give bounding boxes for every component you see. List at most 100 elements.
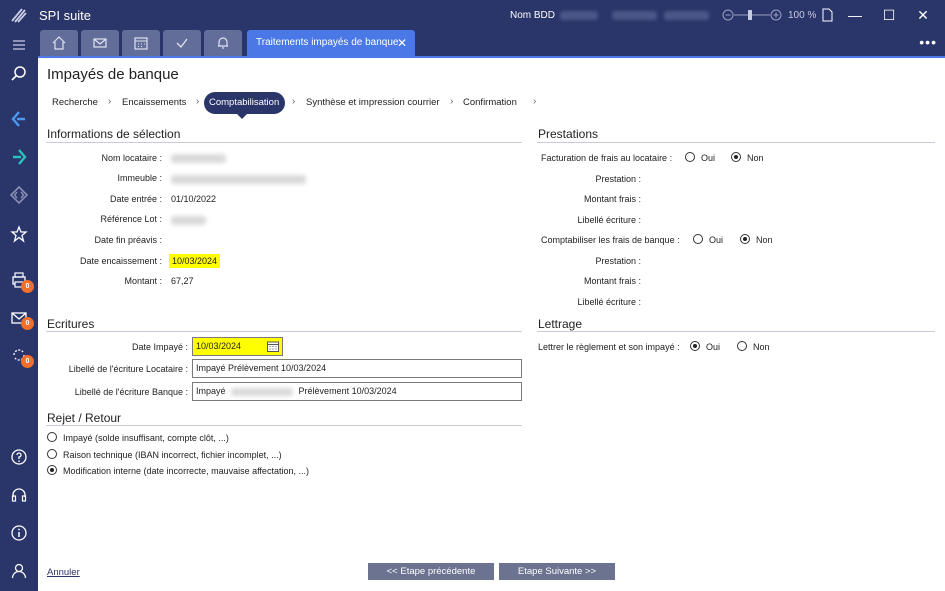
sync-badge: 0 <box>21 355 34 368</box>
breadcrumb-synthese[interactable]: Synthèse et impression courrier <box>306 97 440 108</box>
headset-icon[interactable] <box>10 486 28 504</box>
radio-comptabiliser-oui[interactable] <box>693 234 703 244</box>
calendar-icon <box>134 37 148 50</box>
section-title-selection: Informations de sélection <box>47 127 181 141</box>
tab-calendar[interactable] <box>122 30 160 56</box>
tab-tasks[interactable] <box>163 30 201 56</box>
label-montant: Montant : <box>124 276 162 286</box>
tab-home[interactable] <box>40 30 78 56</box>
zoom-slider[interactable] <box>722 9 782 21</box>
label-facturation-frais: Facturation de frais au locataire : <box>541 153 673 163</box>
radio-facturation-oui[interactable] <box>685 152 695 162</box>
breadcrumb-confirmation[interactable]: Confirmation <box>463 97 517 108</box>
section-divider <box>46 142 522 143</box>
breadcrumb-chevron-icon: › <box>292 96 296 107</box>
zoom-level: 100 % <box>788 10 817 21</box>
radio-rejet-technique[interactable] <box>47 449 57 459</box>
breadcrumb-recherche[interactable]: Recherche <box>52 97 98 108</box>
next-step-button[interactable]: Etape Suivante >> <box>499 563 615 580</box>
breadcrumb-chevron-icon: › <box>108 96 112 107</box>
radio-rejet-impaye[interactable] <box>47 432 57 442</box>
more-options-icon[interactable]: ••• <box>919 34 937 50</box>
db-server-redacted <box>612 11 657 20</box>
value-montant: 67,27 <box>171 276 194 286</box>
label-date-encaissement: Date encaissement : <box>79 256 162 266</box>
tab-traitements-impayes[interactable]: Traitements impayés de banque ✕ <box>247 30 415 56</box>
section-title-prestations: Prestations <box>538 127 599 141</box>
document-icon[interactable] <box>822 8 833 22</box>
radio-rejet-modification[interactable] <box>47 465 57 475</box>
page-title: Impayés de banque <box>47 66 179 83</box>
label-lettrer: Lettrer le règlement et son impayé : <box>538 342 680 352</box>
tab-mail[interactable] <box>81 30 119 56</box>
maximize-button[interactable]: ☐ <box>872 0 906 30</box>
libelle-banque-input[interactable]: Impayé Prélèvement 10/03/2024 <box>192 382 522 401</box>
envelope-badge: 0 <box>21 317 34 330</box>
minimize-button[interactable]: — <box>838 0 872 30</box>
label-prestation: Prestation : <box>595 174 641 184</box>
info-icon[interactable] <box>10 524 28 542</box>
sidebar: 0 0 0 <box>0 30 38 591</box>
section-title-ecritures: Ecritures <box>47 317 95 331</box>
libelle-banque-redacted <box>231 387 294 396</box>
radio-comptabiliser-non[interactable] <box>740 234 750 244</box>
section-divider <box>46 425 522 426</box>
libelle-locataire-input[interactable]: Impayé Prélèvement 10/03/2024 <box>192 359 522 378</box>
module-grey-icon[interactable] <box>10 186 28 204</box>
value-reference-lot-redacted <box>171 216 206 225</box>
breadcrumb-chevron-icon: › <box>533 96 537 107</box>
radio-facturation-non[interactable] <box>731 152 741 162</box>
bell-icon <box>218 37 228 49</box>
label-montant-frais: Montant frais : <box>583 194 641 204</box>
label-libelle-locataire: Libellé de l'écriture Locataire : <box>68 364 188 374</box>
radio-label-oui: Oui <box>709 235 724 245</box>
breadcrumb-chevron-icon: › <box>196 96 200 107</box>
section-title-rejet: Rejet / Retour <box>47 411 122 425</box>
section-divider <box>46 331 522 332</box>
hamburger-menu-icon[interactable] <box>10 36 28 54</box>
close-window-button[interactable]: ✕ <box>906 0 940 30</box>
user-icon[interactable] <box>10 562 28 580</box>
value-date-encaissement: 10/03/2024 <box>169 254 221 268</box>
label-montant-frais: Montant frais : <box>583 276 641 286</box>
radio-label-rejet-modification: Modification interne (date incorrecte, m… <box>63 466 309 476</box>
module-blue-icon[interactable] <box>10 110 28 128</box>
star-icon[interactable] <box>10 225 28 243</box>
value-immeuble-redacted <box>171 175 306 184</box>
app-logo-icon <box>11 8 27 23</box>
date-impaye-input[interactable]: 10/03/2024 <box>192 337 283 356</box>
label-libelle-ecriture: Libellé écriture : <box>577 215 641 225</box>
search-icon[interactable] <box>10 65 28 83</box>
title-bar: SPI suite Nom BDD 100 % — ☐ ✕ <box>0 0 945 30</box>
radio-label-non: Non <box>756 235 773 245</box>
cancel-link[interactable]: Annuler <box>47 567 80 578</box>
label-reference-lot: Référence Lot : <box>100 214 162 224</box>
checkmark-icon <box>176 38 188 48</box>
previous-step-button[interactable]: << Etape précédente <box>368 563 494 580</box>
breadcrumb-chevron-icon: › <box>450 96 454 107</box>
label-comptabiliser-frais: Comptabiliser les frais de banque : <box>541 235 680 245</box>
date-impaye-value: 10/03/2024 <box>196 341 242 351</box>
label-prestation: Prestation : <box>595 256 641 266</box>
label-date-entree: Date entrée : <box>109 194 162 204</box>
tab-underline <box>38 56 945 58</box>
value-date-entree: 01/10/2022 <box>171 194 217 204</box>
radio-label-oui: Oui <box>701 153 716 163</box>
radio-label-rejet-technique: Raison technique (IBAN incorrect, fichie… <box>63 450 282 460</box>
radio-lettrage-non[interactable] <box>737 341 747 351</box>
radio-lettrage-oui[interactable] <box>690 341 700 351</box>
radio-label-oui: Oui <box>706 342 721 352</box>
breadcrumb-comptabilisation[interactable]: Comptabilisation <box>204 92 286 119</box>
label-date-impaye: Date Impayé : <box>131 342 188 352</box>
module-teal-icon[interactable] <box>10 148 28 166</box>
help-icon[interactable] <box>10 448 28 466</box>
section-divider <box>537 331 935 332</box>
radio-label-non: Non <box>753 342 770 352</box>
calendar-picker-icon[interactable] <box>267 341 279 352</box>
tab-strip: Traitements impayés de banque ✕ ••• <box>38 30 945 56</box>
close-tab-icon[interactable]: ✕ <box>397 30 407 56</box>
label-libelle-banque: Libellé de l'écriture Banque : <box>74 387 188 397</box>
tab-label: Traitements impayés de banque <box>256 37 399 48</box>
tab-notifications[interactable] <box>204 30 242 56</box>
breadcrumb-encaissements[interactable]: Encaissements <box>122 97 186 108</box>
